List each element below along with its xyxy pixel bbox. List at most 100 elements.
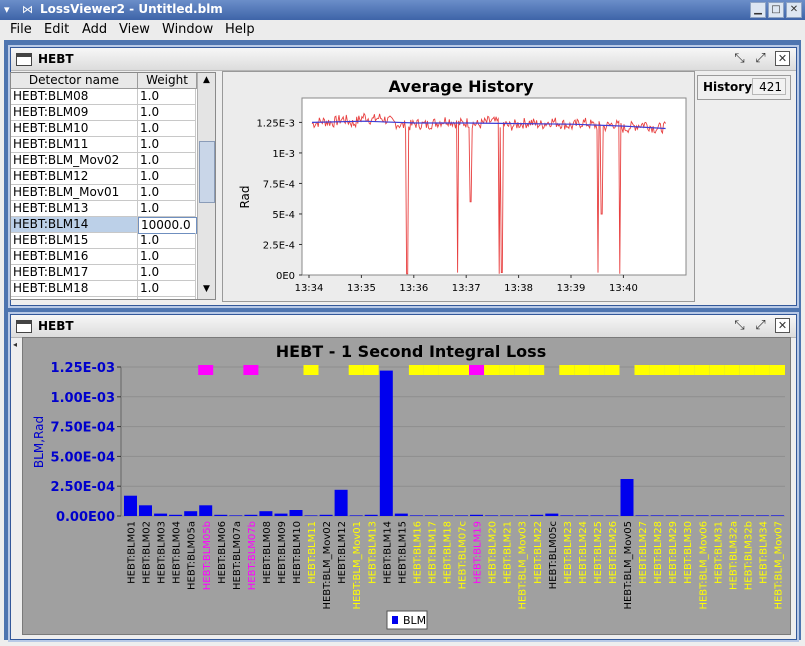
bar	[229, 515, 243, 516]
history-chart-svg: Average History Rad 0E0 2.5E-4 5E-4 7.5E-4 1E-…	[238, 77, 687, 294]
x-tick-label: HEBT:BLM14	[382, 521, 393, 584]
bar	[620, 479, 634, 516]
menu-help[interactable]: Help	[225, 22, 255, 37]
weight-cell[interactable]: 1.0	[138, 121, 196, 137]
plot-area	[301, 97, 687, 276]
table-row[interactable]: HEBT:BLM12 1.0	[11, 169, 197, 185]
detector-name-cell[interactable]: HEBT:BLM16	[11, 249, 138, 265]
scroll-down-icon[interactable]: ▼	[200, 283, 213, 296]
history-input[interactable]: 421	[752, 78, 786, 95]
status-indicator	[198, 365, 214, 375]
history-control: History 421	[697, 75, 791, 100]
y-tick-label: 5E-4	[272, 210, 295, 221]
split-arrow-icon[interactable]: ◂	[13, 340, 19, 350]
weight-cell[interactable]: 1.0	[138, 105, 196, 121]
close-frame-icon[interactable]: ✕	[775, 51, 790, 66]
close-button[interactable]: ✕	[786, 2, 802, 18]
table-row[interactable]: HEBT:BLM18 1.0	[11, 281, 197, 297]
table-row[interactable]: HEBT:BLM_Mov02 1.0	[11, 153, 197, 169]
weight-cell[interactable]: 1.0	[138, 137, 196, 153]
detector-name-cell[interactable]: HEBT:BLM14	[11, 217, 138, 233]
status-indicator	[589, 365, 605, 375]
detector-name-cell[interactable]: HEBT:BLM07c	[11, 297, 138, 299]
detector-name-cell[interactable]: HEBT:BLM09	[11, 105, 138, 121]
x-tick-label: HEBT:BLM09	[277, 521, 288, 584]
x-tick-label: HEBT:BLM_Mov07	[774, 521, 785, 610]
maximize-frame-icon[interactable]: ⤢	[753, 318, 768, 333]
detector-name-cell[interactable]: HEBT:BLM10	[11, 121, 138, 137]
table-row[interactable]: HEBT:BLM_Mov01 1.0	[11, 185, 197, 201]
x-tick-label: HEBT:BLM28	[653, 521, 664, 584]
scroll-up-icon[interactable]: ▲	[200, 74, 213, 87]
table-row[interactable]: HEBT:BLM17 1.0	[11, 265, 197, 281]
scroll-thumb[interactable]	[199, 141, 215, 203]
detector-name-cell[interactable]: HEBT:BLM12	[11, 169, 138, 185]
column-header-weight[interactable]: Weight	[138, 73, 197, 89]
close-frame-icon[interactable]: ✕	[775, 318, 790, 333]
detector-name-cell[interactable]: HEBT:BLM_Mov01	[11, 185, 138, 201]
weight-cell[interactable]: 1.0	[138, 297, 196, 299]
weight-cell[interactable]: 1.0	[138, 281, 196, 297]
table-scrollbar[interactable]: ▲ ▼	[197, 73, 215, 299]
status-indicator	[634, 365, 650, 375]
detector-name-cell[interactable]: HEBT:BLM17	[11, 265, 138, 281]
history-label: History	[703, 80, 753, 94]
bar	[169, 514, 183, 516]
table-row[interactable]: HEBT:BLM09 1.0	[11, 105, 197, 121]
weight-cell[interactable]: 1.0	[138, 201, 196, 217]
minimize-button[interactable]: ▁	[750, 2, 766, 18]
weight-cell[interactable]: 1.0	[138, 233, 196, 249]
menu-edit[interactable]: Edit	[44, 22, 69, 37]
table-row[interactable]: HEBT:BLM11 1.0	[11, 137, 197, 153]
top-frame-title-bar[interactable]: HEBT ⤡ ⤢ ✕	[11, 48, 796, 71]
bar	[635, 515, 649, 516]
weight-cell[interactable]: 1.0	[138, 169, 196, 185]
maximize-frame-icon[interactable]: ⤢	[753, 51, 768, 66]
detector-name-cell[interactable]: HEBT:BLM15	[11, 233, 138, 249]
table-row[interactable]: HEBT:BLM07c1.0	[11, 297, 197, 299]
y-axis-label: Rad	[238, 185, 252, 208]
window-menu-icon[interactable]: ▾	[4, 3, 18, 16]
y-tick-label: 7.5E-4	[263, 179, 295, 190]
bar	[710, 515, 724, 516]
menu-window[interactable]: Window	[162, 22, 213, 37]
column-header-detector-name[interactable]: Detector name	[11, 73, 138, 89]
x-tick-label: HEBT:BLM17	[427, 521, 438, 584]
iconify-icon[interactable]: ⤡	[732, 318, 747, 333]
detector-name-cell[interactable]: HEBT:BLM_Mov02	[11, 153, 138, 169]
bar	[500, 515, 514, 516]
weight-cell[interactable]: 1.0	[138, 249, 196, 265]
menu-add[interactable]: Add	[82, 22, 107, 37]
detector-name-cell[interactable]: HEBT:BLM18	[11, 281, 138, 297]
table-row[interactable]: HEBT:BLM16 1.0	[11, 249, 197, 265]
menu-view[interactable]: View	[119, 22, 150, 37]
table-row[interactable]: HEBT:BLM10 1.0	[11, 121, 197, 137]
maximize-button[interactable]: □	[768, 2, 784, 18]
bar	[590, 515, 604, 516]
weight-cell[interactable]: 1.0	[138, 185, 196, 201]
chart-title: HEBT - 1 Second Integral Loss	[276, 342, 546, 361]
status-indicator	[423, 365, 439, 375]
iconify-icon[interactable]: ⤡	[732, 51, 747, 66]
weight-cell[interactable]: 1.0	[138, 153, 196, 169]
table-row[interactable]: HEBT:BLM14 10000.0	[11, 217, 197, 234]
y-tick-label: 1.00E-03	[51, 391, 115, 406]
weight-cell[interactable]: 1.0	[138, 89, 196, 105]
detector-name-cell[interactable]: HEBT:BLM13	[11, 201, 138, 217]
bottom-frame-title-bar[interactable]: HEBT ⤡ ⤢ ✕	[11, 315, 796, 338]
bar	[515, 515, 529, 516]
table-row[interactable]: HEBT:BLM13 1.0	[11, 201, 197, 217]
bar	[199, 505, 213, 516]
x-tick-label: HEBT:BLM13	[367, 521, 378, 584]
weight-cell[interactable]: 10000.0	[138, 217, 197, 234]
x-tick-label: HEBT:BLM07b	[247, 521, 258, 590]
detector-name-cell[interactable]: HEBT:BLM11	[11, 137, 138, 153]
table-row[interactable]: HEBT:BLM15 1.0	[11, 233, 197, 249]
menu-file[interactable]: File	[10, 22, 32, 37]
table-row[interactable]: HEBT:BLM08 1.0	[11, 89, 197, 105]
weight-cell[interactable]: 1.0	[138, 265, 196, 281]
x-tick-label: HEBT:BLM24	[578, 521, 589, 584]
detector-name-cell[interactable]: HEBT:BLM08	[11, 89, 138, 105]
bar	[665, 515, 679, 516]
detector-table: Detector name Weight HEBT:BLM08 1.0 HEBT:B…	[10, 72, 216, 300]
